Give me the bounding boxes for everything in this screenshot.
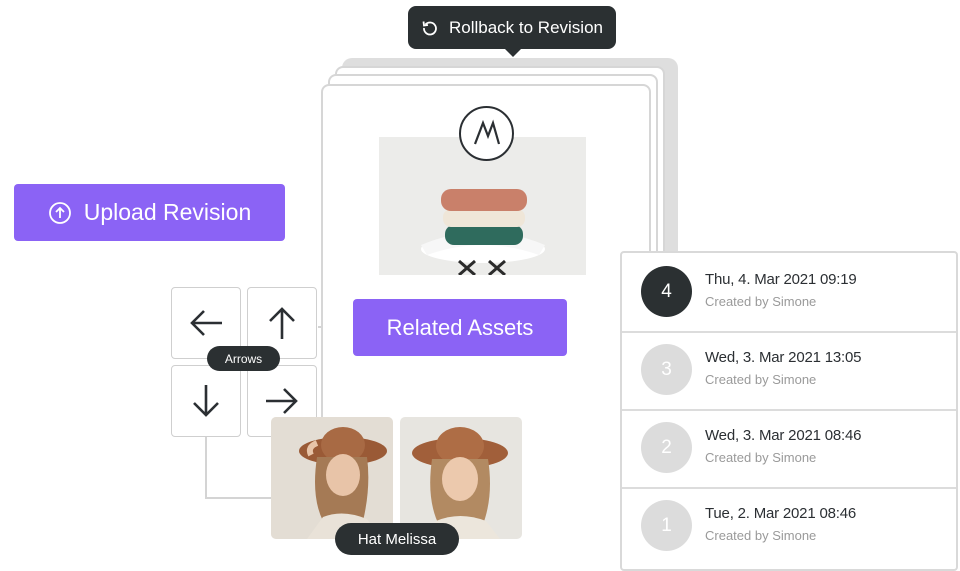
rollback-icon bbox=[421, 19, 439, 37]
portrait-image-2[interactable] bbox=[400, 417, 522, 539]
upload-circle-icon bbox=[48, 201, 72, 225]
arrow-up-icon bbox=[262, 303, 302, 343]
upload-revision-label: Upload Revision bbox=[83, 199, 252, 225]
arrow-right-icon bbox=[262, 381, 302, 421]
connector-line bbox=[205, 436, 207, 499]
rollback-tooltip[interactable]: Rollback to Revision bbox=[408, 6, 616, 57]
arrows-label-pill: Arrows bbox=[207, 346, 280, 371]
revision-date: Tue, 2. Mar 2021 08:46 bbox=[705, 505, 856, 522]
revision-author: Created by Simone bbox=[705, 528, 817, 543]
related-assets-button[interactable]: Related Assets bbox=[353, 299, 567, 356]
revision-author: Created by Simone bbox=[705, 450, 817, 465]
revision-date: Thu, 4. Mar 2021 09:19 bbox=[705, 271, 857, 288]
revision-item[interactable]: 4 Thu, 4. Mar 2021 09:19 Created by Simo… bbox=[622, 253, 956, 333]
revision-author: Created by Simone bbox=[705, 294, 817, 309]
revision-author: Created by Simone bbox=[705, 372, 817, 387]
revision-number-badge: 2 bbox=[641, 422, 692, 473]
hat-melissa-pill: Hat Melissa bbox=[335, 523, 459, 555]
revision-list: 4 Thu, 4. Mar 2021 09:19 Created by Simo… bbox=[620, 251, 958, 571]
arrow-left-icon bbox=[186, 303, 226, 343]
tooltip-pointer bbox=[504, 48, 522, 57]
revision-item[interactable]: 2 Wed, 3. Mar 2021 08:46 Created by Simo… bbox=[622, 409, 956, 489]
rollback-label: Rollback to Revision bbox=[448, 17, 603, 37]
revision-item[interactable]: 1 Tue, 2. Mar 2021 08:46 Created by Simo… bbox=[622, 487, 956, 565]
revision-date: Wed, 3. Mar 2021 08:46 bbox=[705, 427, 862, 444]
connector-line bbox=[205, 497, 273, 499]
revision-date: Wed, 3. Mar 2021 13:05 bbox=[705, 349, 862, 366]
revision-number-badge: 4 bbox=[641, 266, 692, 317]
brand-logo bbox=[459, 106, 514, 161]
revision-item[interactable]: 3 Wed, 3. Mar 2021 13:05 Created by Simo… bbox=[622, 331, 956, 411]
arrow-down-icon bbox=[186, 381, 226, 421]
revision-number-badge: 1 bbox=[641, 500, 692, 551]
related-assets-label: Related Assets bbox=[386, 314, 534, 340]
upload-revision-button[interactable]: Upload Revision bbox=[14, 184, 285, 241]
portrait-image-1[interactable] bbox=[271, 417, 393, 539]
revision-number-badge: 3 bbox=[641, 344, 692, 395]
arrow-down-tile[interactable] bbox=[171, 365, 241, 437]
